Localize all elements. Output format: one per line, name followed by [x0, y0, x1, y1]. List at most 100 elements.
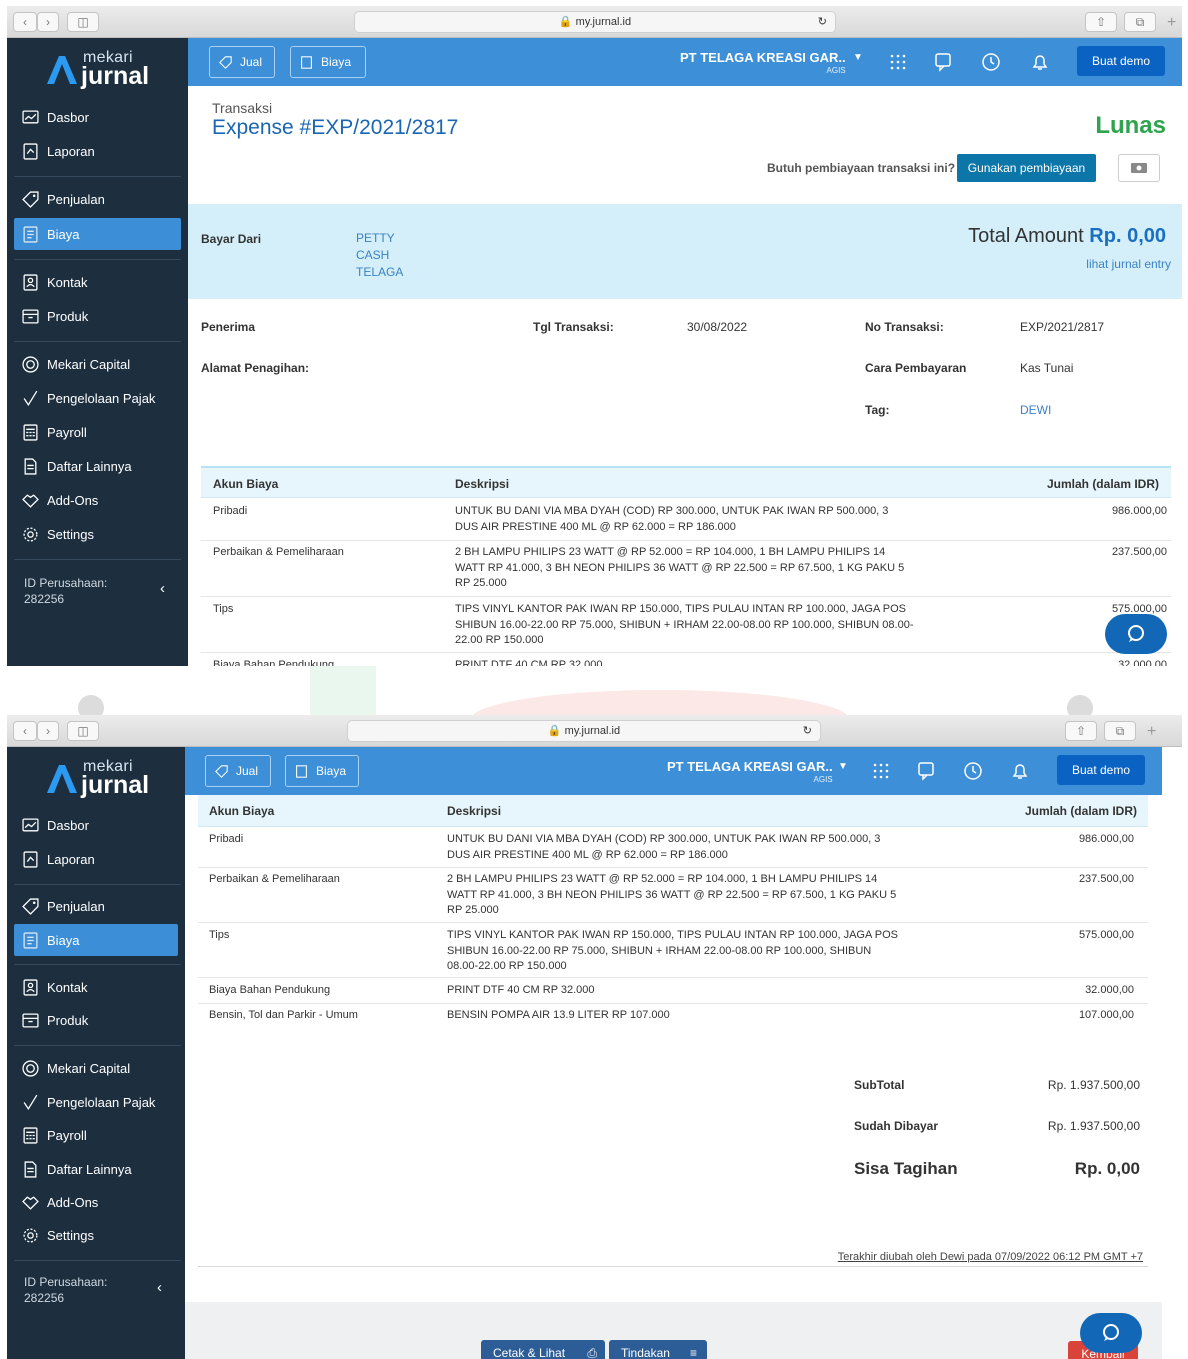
sidebar-item-kontak[interactable]: Kontak: [14, 266, 181, 298]
sidebar-item-laporan[interactable]: Laporan: [14, 135, 181, 167]
account-link[interactable]: Pribadi: [209, 832, 243, 848]
chat-bubble-button[interactable]: [1080, 1313, 1142, 1353]
sidebar-toggle-button[interactable]: ◫: [67, 721, 99, 741]
tabs-button[interactable]: ⧉: [1104, 721, 1136, 741]
account-link[interactable]: Perbaikan & Pemeliharaan: [209, 872, 340, 888]
sidebar-item-payroll[interactable]: Payroll: [14, 416, 181, 448]
chat-support-icon[interactable]: [917, 761, 937, 781]
bayar-dari-label: Bayar Dari: [201, 232, 262, 246]
company-dropdown-caret-icon[interactable]: ▼: [853, 52, 863, 63]
notification-bell-icon[interactable]: [1030, 52, 1050, 72]
tindakan-button[interactable]: Tindakan ≡: [609, 1340, 707, 1359]
account-link[interactable]: Bensin, Tol dan Parkir - Umum: [209, 1008, 358, 1024]
sidebar-item-penjualan[interactable]: Penjualan: [14, 183, 181, 215]
chat-bubble-button[interactable]: [1105, 614, 1167, 654]
clock-history-icon[interactable]: [963, 761, 983, 781]
tag-icon: [219, 55, 232, 69]
print-view-button[interactable]: Cetak & Lihat ⎙: [481, 1340, 605, 1359]
sidebar-item-biaya[interactable]: Biaya: [14, 218, 181, 250]
buat-demo-button[interactable]: Buat demo: [1057, 755, 1145, 785]
sidebar-item-kontak[interactable]: Kontak: [14, 971, 181, 1003]
account-link[interactable]: Pribadi: [213, 504, 247, 520]
forward-button[interactable]: ›: [37, 12, 59, 32]
share-button[interactable]: ⇧: [1085, 12, 1117, 32]
use-financing-button[interactable]: Gunakan pembiayaan: [957, 154, 1096, 182]
tabs-button[interactable]: ⧉: [1124, 12, 1156, 32]
address-bar[interactable]: 🔒 my.jurnal.id ↻: [347, 720, 821, 742]
main-content: Akun Biaya Deskripsi Jumlah (dalam IDR) …: [185, 795, 1162, 1359]
tag-value[interactable]: DEWI: [1020, 403, 1051, 417]
jual-button[interactable]: Jual: [205, 755, 271, 787]
new-tab-icon[interactable]: +: [1167, 14, 1176, 32]
sidebar-item-settings[interactable]: Settings: [14, 1219, 181, 1251]
chat-support-icon[interactable]: [934, 52, 954, 72]
sidebar-item-biaya[interactable]: Biaya: [14, 924, 178, 956]
sidebar-item-dasbor[interactable]: Dasbor: [14, 101, 181, 133]
table-header: Akun Biaya Deskripsi Jumlah (dalam IDR): [198, 795, 1148, 827]
sidebar-item-label: Laporan: [47, 143, 95, 159]
forward-button[interactable]: ›: [37, 721, 59, 741]
list-document-icon: [24, 457, 37, 475]
new-tab-icon[interactable]: +: [1147, 723, 1156, 741]
sidebar-item-payroll[interactable]: Payroll: [14, 1119, 181, 1151]
sidebar-item-penjualan[interactable]: Penjualan: [14, 890, 181, 922]
row-amount: 986.000,00: [1078, 833, 1134, 845]
sidebar-item-label: Dasbor: [47, 109, 89, 125]
address-bar[interactable]: 🔒 my.jurnal.id ↻: [354, 11, 836, 33]
sidebar-item-produk[interactable]: Produk: [14, 1004, 181, 1036]
sidebar-item-laporan[interactable]: Laporan: [14, 843, 181, 875]
handshake-icon: [22, 1195, 39, 1210]
back-button[interactable]: ‹: [13, 12, 37, 32]
reload-icon[interactable]: ↻: [818, 12, 827, 32]
sidebar-item-dasbor[interactable]: Dasbor: [14, 809, 181, 841]
sidebar-item-mekari-capital[interactable]: Mekari Capital: [14, 1052, 181, 1084]
column-deskripsi: Deskripsi: [455, 477, 510, 491]
sidebar-toggle-button[interactable]: ◫: [67, 12, 99, 32]
clock-history-icon[interactable]: [981, 52, 1001, 72]
collapse-sidebar-icon[interactable]: ‹: [157, 1279, 162, 1296]
buat-demo-button[interactable]: Buat demo: [1077, 46, 1165, 76]
print-view-label: Cetak & Lihat: [493, 1346, 566, 1359]
tag-icon: [215, 764, 228, 778]
company-switcher[interactable]: PT TELAGA KREASI GAR.. AGIS: [680, 50, 846, 75]
tindakan-label: Tindakan: [621, 1346, 670, 1359]
browser-toolbar: ‹ › ◫ 🔒 my.jurnal.id ↻ ⇧ ⧉ +: [7, 715, 1182, 747]
company-switcher[interactable]: PT TELAGA KREASI GAR.. AGIS: [667, 759, 833, 784]
logo[interactable]: mekari jurnal: [45, 757, 175, 801]
apps-grid-icon[interactable]: [871, 761, 891, 781]
apps-grid-icon[interactable]: [888, 52, 908, 72]
account-link[interactable]: Biaya Bahan Pendukung: [213, 658, 334, 666]
notification-bell-icon[interactable]: [1010, 761, 1030, 781]
account-link[interactable]: Biaya Bahan Pendukung: [209, 983, 330, 999]
reload-icon[interactable]: ↻: [803, 721, 812, 741]
account-link[interactable]: Tips: [209, 928, 229, 944]
sidebar-item-mekari-capital[interactable]: Mekari Capital: [14, 348, 181, 380]
sidebar-item-daftar-lainnya[interactable]: Daftar Lainnya: [14, 450, 181, 482]
sidebar-item-add-ons[interactable]: Add-Ons: [14, 1186, 181, 1218]
journal-entry-link[interactable]: lihat jurnal entry: [1086, 257, 1171, 271]
biaya-button[interactable]: Biaya: [290, 46, 366, 78]
company-dropdown-caret-icon[interactable]: ▼: [838, 761, 848, 772]
status-badge: Lunas: [1095, 112, 1166, 139]
camera-button[interactable]: [1118, 154, 1160, 182]
sidebar-item-label: Penjualan: [47, 898, 105, 914]
sidebar-item-add-ons[interactable]: Add-Ons: [14, 484, 181, 516]
biaya-label: Biaya: [321, 55, 352, 69]
company-id-value: 282256: [24, 592, 65, 606]
sidebar-item-pengelolaan-pajak[interactable]: Pengelolaan Pajak: [14, 1086, 181, 1118]
alamat-penagihan-label: Alamat Penagihan:: [201, 361, 310, 375]
biaya-button[interactable]: Biaya: [285, 755, 359, 787]
back-button[interactable]: ‹: [13, 721, 37, 741]
share-button[interactable]: ⇧: [1065, 721, 1097, 741]
account-link[interactable]: Tips: [213, 602, 233, 618]
sidebar-item-pengelolaan-pajak[interactable]: Pengelolaan Pajak: [14, 382, 181, 414]
collapse-sidebar-icon[interactable]: ‹: [160, 580, 165, 597]
column-akun-biaya: Akun Biaya: [209, 804, 275, 818]
account-link[interactable]: Perbaikan & Pemeliharaan: [213, 545, 344, 561]
logo[interactable]: mekari jurnal: [45, 48, 175, 92]
sidebar-item-daftar-lainnya[interactable]: Daftar Lainnya: [14, 1153, 181, 1185]
jual-button[interactable]: Jual: [209, 46, 275, 78]
sidebar-item-produk[interactable]: Produk: [14, 300, 181, 332]
sidebar-item-settings[interactable]: Settings: [14, 518, 181, 550]
bayar-dari-value[interactable]: PETTY CASH TELAGA: [356, 230, 416, 281]
